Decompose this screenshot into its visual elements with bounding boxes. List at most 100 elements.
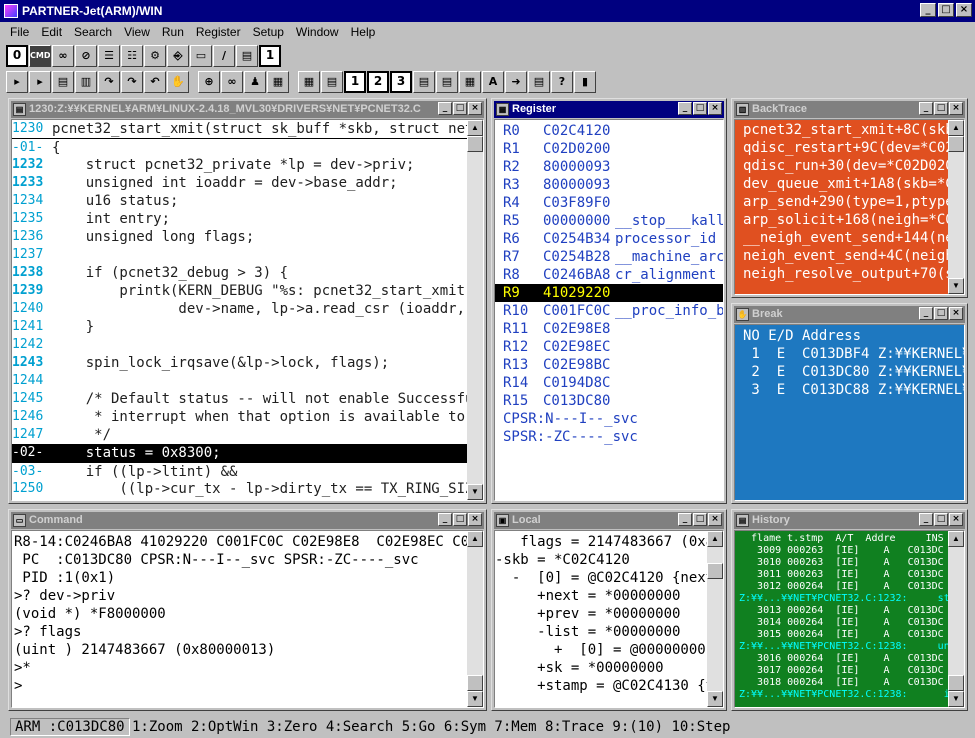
- command-maximize-button[interactable]: □: [453, 513, 467, 526]
- register-maximize-button[interactable]: □: [693, 102, 707, 115]
- toolbar2-button-20-icon[interactable]: ▦: [459, 71, 481, 93]
- local-maximize-button[interactable]: □: [693, 513, 707, 526]
- source-line[interactable]: 1237: [12, 246, 467, 264]
- history-row[interactable]: 3013 000264 [IE] A C013DC: [735, 605, 948, 617]
- backtrace-view[interactable]: pcnet32_start_xmit+8C(skb= qdisc_restart+…: [734, 119, 965, 295]
- toolbar-button-4-icon[interactable]: ⊘: [75, 45, 97, 67]
- register-row[interactable]: R7 C0254B28 __machine_arch: [495, 248, 723, 266]
- breakpoint-row[interactable]: 1 E C013DBF4 Z:¥¥KERNEL¥A: [735, 345, 964, 363]
- local-variable-row[interactable]: +sk = *00000000: [495, 659, 707, 677]
- break-window-title[interactable]: ✋ Break _ □ ×: [734, 306, 965, 323]
- source-line[interactable]: 1243 spin_lock_irqsave(&lp->lock, flags)…: [12, 354, 467, 372]
- backtrace-close-button[interactable]: ×: [949, 102, 963, 115]
- cpsr-row[interactable]: CPSR:N---I--_svc: [495, 410, 723, 428]
- toolbar-button-5-icon[interactable]: ☰: [98, 45, 120, 67]
- toolbar2-button-4-icon[interactable]: ▥: [75, 71, 97, 93]
- scroll-thumb[interactable]: [707, 563, 723, 579]
- local-variable-row[interactable]: flags = 2147483667 (0x800: [495, 533, 707, 551]
- local-variable-row[interactable]: -skb = *C02C4120: [495, 551, 707, 569]
- backtrace-frame[interactable]: arp_solicit+168(neigh=*C03: [735, 211, 948, 229]
- backtrace-frame[interactable]: qdisc_run+30(dev=*C02D0200: [735, 157, 948, 175]
- scroll-up-icon[interactable]: ▲: [948, 120, 964, 136]
- menu-window[interactable]: Window: [290, 22, 345, 42]
- breakpoint-row[interactable]: 3 E C013DC88 Z:¥¥KERNEL¥A: [735, 381, 964, 399]
- maximize-button[interactable]: □: [938, 3, 954, 17]
- history-row[interactable]: Z:¥¥...¥¥NET¥PCNET32.C:1232: struc: [735, 593, 948, 605]
- toolbar2-button-2-icon[interactable]: ▸: [29, 71, 51, 93]
- source-line[interactable]: 1241 }: [12, 318, 467, 336]
- backtrace-frame[interactable]: __neigh_event_send+144(nei: [735, 229, 948, 247]
- menu-register[interactable]: Register: [190, 22, 247, 42]
- local-variable-row[interactable]: - [0] = @C02C4120 {next: [495, 569, 707, 587]
- register-row[interactable]: R12 C02E98EC: [495, 338, 723, 356]
- local-window-title[interactable]: ▣ Local _ □ ×: [494, 512, 724, 529]
- menu-setup[interactable]: Setup: [247, 22, 290, 42]
- toolbar-button-10-icon[interactable]: ∕: [213, 45, 235, 67]
- history-row[interactable]: 3016 000264 [IE] A C013DC: [735, 653, 948, 665]
- scroll-thumb[interactable]: [467, 675, 483, 691]
- history-row[interactable]: 3010 000263 [IE] A C013DC: [735, 557, 948, 569]
- backtrace-frame[interactable]: arp_send+290(type=1,ptype=: [735, 193, 948, 211]
- backtrace-frame[interactable]: dev_queue_xmit+1A8(skb=*C0: [735, 175, 948, 193]
- source-line[interactable]: 1238 if (pcnet32_debug > 3) {: [12, 264, 467, 282]
- source-line[interactable]: 1244: [12, 372, 467, 390]
- local-minimize-button[interactable]: _: [678, 513, 692, 526]
- local-variable-row[interactable]: + [0] = @00000000 {: [495, 641, 707, 659]
- scroll-down-icon[interactable]: ▼: [948, 278, 964, 294]
- toolbar2-button-21-icon[interactable]: A: [482, 71, 504, 93]
- source-scrollbar[interactable]: ▲ ▼: [467, 120, 483, 500]
- toolbar2-button-18-icon[interactable]: ▤: [413, 71, 435, 93]
- source-minimize-button[interactable]: _: [438, 102, 452, 115]
- history-minimize-button[interactable]: _: [919, 513, 933, 526]
- source-close-button[interactable]: ×: [468, 102, 482, 115]
- backtrace-frame[interactable]: pcnet32_start_xmit+8C(skb=: [735, 121, 948, 139]
- toolbar2-button-9-icon[interactable]: ⊕: [198, 71, 220, 93]
- backtrace-frame[interactable]: neigh_resolve_output+70(sk: [735, 265, 948, 283]
- break-maximize-button[interactable]: □: [934, 307, 948, 320]
- toolbar2-button-16-icon[interactable]: 2: [367, 71, 389, 93]
- register-minimize-button[interactable]: _: [678, 102, 692, 115]
- source-line[interactable]: 1234 u16 status;: [12, 192, 467, 210]
- toolbar2-button-23-icon[interactable]: ▤: [528, 71, 550, 93]
- scroll-up-icon[interactable]: ▲: [707, 531, 723, 547]
- local-variable-row[interactable]: +prev = *00000000: [495, 605, 707, 623]
- break-close-button[interactable]: ×: [949, 307, 963, 320]
- menu-run[interactable]: Run: [156, 22, 190, 42]
- toolbar2-button-13-icon[interactable]: ▦: [298, 71, 320, 93]
- source-line[interactable]: 1250 ((lp->cur_tx - lp->dirty_tx == TX_R…: [12, 480, 483, 498]
- local-variable-row[interactable]: +next = *00000000: [495, 587, 707, 605]
- history-row[interactable]: Z:¥¥...¥¥NET¥PCNET32.C:1238: unsig: [735, 641, 948, 653]
- source-line[interactable]: 1240 dev->name, lp->a.read_csr (ioaddr, …: [12, 300, 483, 318]
- history-scrollbar[interactable]: ▲ ▼: [948, 531, 964, 707]
- backtrace-minimize-button[interactable]: _: [919, 102, 933, 115]
- command-window-title[interactable]: ▭ Command _ □ ×: [11, 512, 484, 529]
- register-row[interactable]: R4 C03F89F0: [495, 194, 723, 212]
- register-row[interactable]: R10 C001FC0C __proc_info_be: [495, 302, 723, 320]
- close-button[interactable]: ×: [956, 3, 972, 17]
- toolbar2-button-17-icon[interactable]: 3: [390, 71, 412, 93]
- toolbar2-button-8-icon[interactable]: ✋: [167, 71, 189, 93]
- source-line[interactable]: 1239 printk(KERN_DEBUG "%s: pcnet32_star…: [12, 282, 482, 300]
- scroll-down-icon[interactable]: ▼: [467, 484, 483, 500]
- history-view[interactable]: flame t.stmp A/T Addre INS 3009 000263 […: [734, 530, 965, 708]
- register-row[interactable]: R5 00000000 __stop___kalls: [495, 212, 723, 230]
- register-row[interactable]: R2 80000093: [495, 158, 723, 176]
- register-row[interactable]: R9 41029220: [495, 284, 723, 302]
- scroll-down-icon[interactable]: ▼: [948, 691, 964, 707]
- command-close-button[interactable]: ×: [468, 513, 482, 526]
- history-row[interactable]: 3009 000263 [IE] A C013DC: [735, 545, 948, 557]
- toolbar-button-2-icon[interactable]: CMD: [29, 45, 51, 67]
- scroll-thumb[interactable]: [948, 675, 964, 691]
- history-close-button[interactable]: ×: [949, 513, 963, 526]
- toolbar-button-12-icon[interactable]: 1: [259, 45, 281, 67]
- toolbar2-button-19-icon[interactable]: ▤: [436, 71, 458, 93]
- scroll-up-icon[interactable]: ▲: [948, 531, 964, 547]
- local-variable-row[interactable]: +stamp = @C02C4130 {tv: [495, 677, 707, 695]
- register-row[interactable]: R8 C0246BA8 cr_alignment: [495, 266, 723, 284]
- breakpoint-row[interactable]: 2 E C013DC80 Z:¥¥KERNEL¥A: [735, 363, 964, 381]
- history-row[interactable]: 3012 000264 [IE] A C013DC: [735, 581, 948, 593]
- register-row[interactable]: R11 C02E98E8: [495, 320, 723, 338]
- register-row[interactable]: R6 C0254B34 processor_id: [495, 230, 723, 248]
- history-row[interactable]: 3018 000264 [IE] A C013DC: [735, 677, 948, 689]
- toolbar2-button-12-icon[interactable]: ▦: [267, 71, 289, 93]
